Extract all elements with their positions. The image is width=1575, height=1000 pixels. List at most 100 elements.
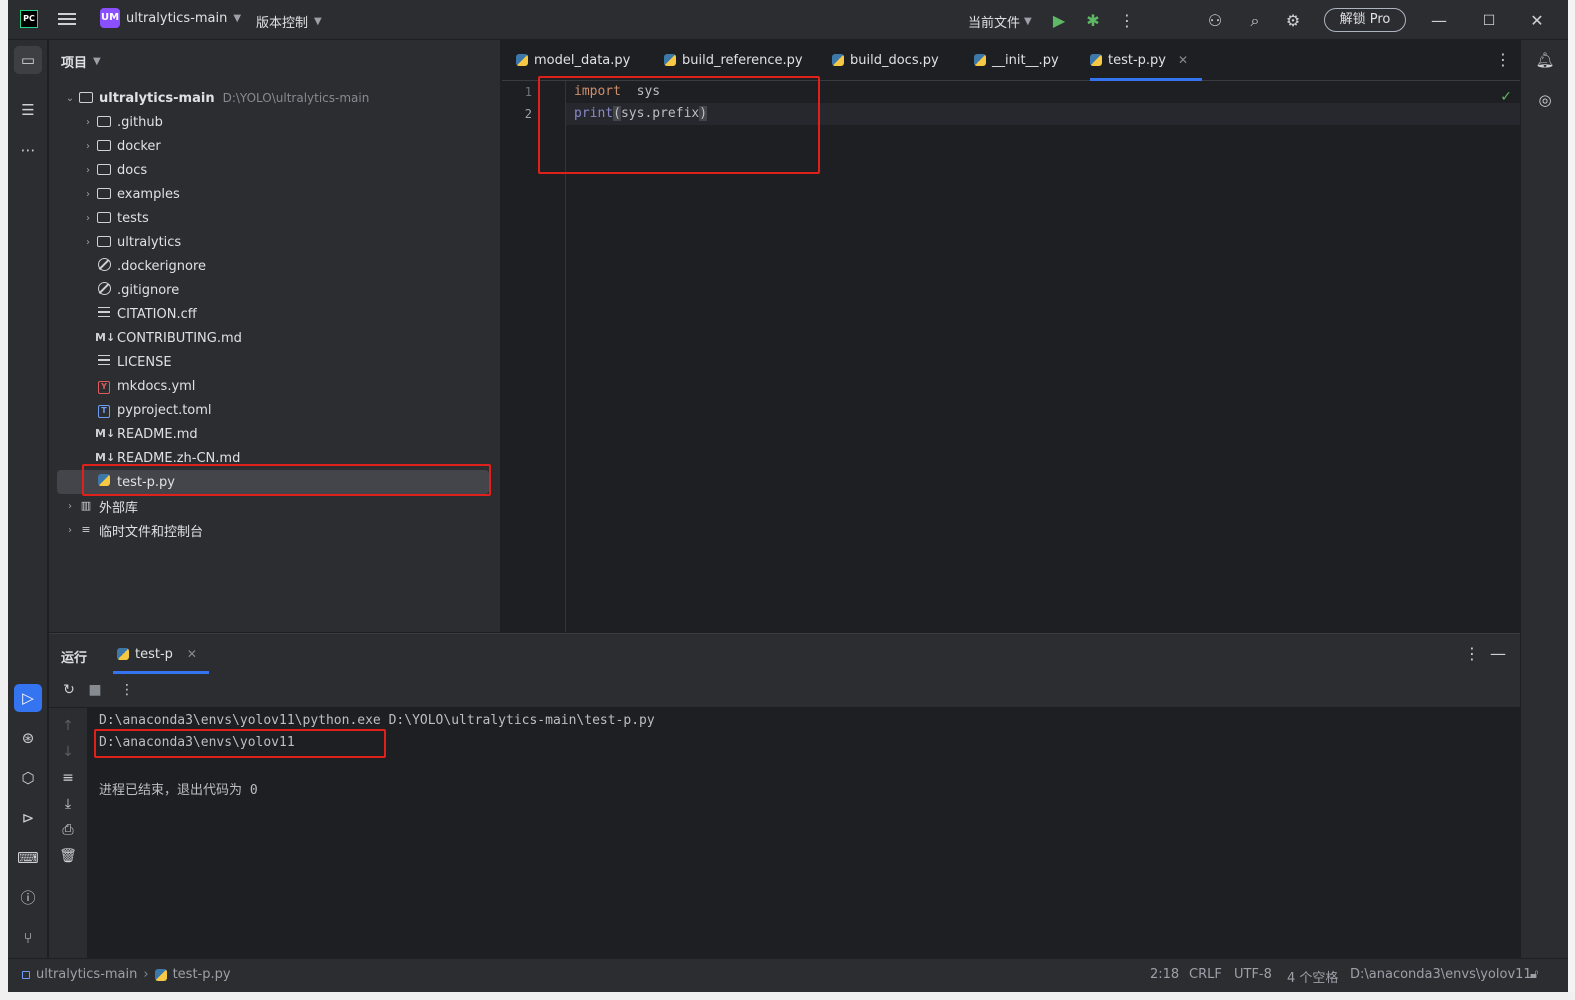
breadcrumb-project[interactable]: ultralytics-main xyxy=(36,967,137,982)
tree-external-libraries[interactable]: › ▥ 外部库 xyxy=(49,494,501,518)
breadcrumb-file[interactable]: test-p.py xyxy=(173,967,231,982)
run-tool-icon[interactable]: ▷ xyxy=(14,684,42,712)
tree-file-item[interactable]: T pyproject.toml xyxy=(49,398,501,422)
library-icon: ▥ xyxy=(80,499,92,512)
folder-icon xyxy=(95,114,113,130)
rerun-icon[interactable]: ↻ xyxy=(59,682,79,698)
tree-scratches[interactable]: › ≡ 临时文件和控制台 xyxy=(49,518,501,542)
desktop-background-right xyxy=(1568,0,1575,1000)
tree-file-item[interactable]: LICENSE xyxy=(49,350,501,374)
chevron-right-icon[interactable]: › xyxy=(81,141,95,152)
chevron-right-icon[interactable]: › xyxy=(81,117,95,128)
close-icon[interactable]: ✕ xyxy=(187,647,197,661)
python-packages-icon[interactable]: ⬡ xyxy=(14,764,42,792)
arrow-down-icon[interactable]: ↓ xyxy=(58,744,78,760)
terminal-icon[interactable]: ⌨ xyxy=(14,844,42,872)
git-icon[interactable]: ⑂ xyxy=(14,924,42,952)
more-actions-icon[interactable]: ⋮ xyxy=(1116,10,1138,32)
tree-folder-item[interactable]: › examples xyxy=(49,182,501,206)
line-ending[interactable]: CRLF xyxy=(1189,967,1222,982)
inspection-ok-check-icon[interactable]: ✓ xyxy=(1500,89,1512,105)
add-user-icon[interactable]: ⚇ xyxy=(1204,10,1226,32)
code-editor[interactable]: 1 2 import sys print(sys.prefix) ✓ xyxy=(502,76,1520,632)
maximize-icon[interactable]: ☐ xyxy=(1478,10,1500,32)
close-icon[interactable]: ✕ xyxy=(1178,53,1188,67)
chevron-right-icon[interactable]: › xyxy=(81,189,95,200)
python-icon xyxy=(664,54,676,66)
print-icon[interactable]: ⎙ xyxy=(58,822,78,838)
python-interpreter[interactable]: D:\anaconda3\envs\yolov11 xyxy=(1350,967,1532,982)
root-path: D:\YOLO\ultralytics-main xyxy=(222,91,370,105)
arrow-up-icon[interactable]: ↑ xyxy=(58,718,78,734)
services-icon[interactable]: ⊳ xyxy=(14,804,42,832)
more-tools-icon[interactable]: ⋯ xyxy=(14,136,42,164)
debug-icon[interactable]: ✱ xyxy=(1082,10,1104,32)
run-icon[interactable]: ▶ xyxy=(1048,10,1070,32)
problems-icon[interactable]: ⓘ xyxy=(14,884,42,912)
tab-label: __init__.py xyxy=(992,52,1059,68)
run-tab-test-p[interactable]: test-p ✕ xyxy=(113,634,209,674)
chevron-right-icon: › xyxy=(143,967,149,982)
caret-position[interactable]: 2:18 xyxy=(1150,967,1179,982)
notifications-bell-icon[interactable]: 🔔︎ xyxy=(1531,46,1559,74)
tree-item-label: 外部库 xyxy=(99,500,139,516)
hide-panel-icon[interactable]: — xyxy=(1487,643,1509,665)
project-panel-header[interactable]: 项目 ▼ xyxy=(61,52,101,71)
project-selector[interactable]: UM ultralytics-main ▼ xyxy=(100,8,241,28)
line-number: 2 xyxy=(524,107,532,121)
file-encoding[interactable]: UTF-8 xyxy=(1234,967,1272,982)
tree-file-item[interactable]: M↓ CONTRIBUTING.md xyxy=(49,326,501,350)
tab-build-reference[interactable]: build_reference.py xyxy=(664,40,803,80)
folder-icon xyxy=(77,90,95,106)
tree-file-item[interactable]: CITATION.cff xyxy=(49,302,501,326)
highlight-box-code xyxy=(538,76,820,174)
tree-root-item[interactable]: ⌄ ultralytics-main D:\YOLO\ultralytics-m… xyxy=(49,86,501,110)
chevron-right-icon[interactable]: › xyxy=(81,165,95,176)
tree-folder-item[interactable]: › ultralytics xyxy=(49,230,501,254)
project-tool-folder-icon[interactable]: ▭ xyxy=(14,46,42,74)
unlock-pro-button[interactable]: 解锁 Pro xyxy=(1324,8,1406,32)
run-tab-label: test-p xyxy=(135,646,173,662)
tree-folder-item[interactable]: › tests xyxy=(49,206,501,230)
minimize-icon[interactable]: — xyxy=(1428,10,1450,32)
chevron-right-icon[interactable]: › xyxy=(81,237,95,248)
stop-icon[interactable]: ■ xyxy=(85,682,105,698)
structure-icon[interactable]: ☰ xyxy=(14,96,42,124)
lock-icon[interactable]: 🔓︎ xyxy=(1530,967,1538,982)
soft-wrap-icon[interactable]: ≡ xyxy=(58,770,78,786)
tab-more-icon[interactable]: ⋮ xyxy=(1492,49,1514,71)
close-icon[interactable]: ✕ xyxy=(1526,10,1548,32)
main-menu-icon[interactable] xyxy=(58,10,76,30)
tree-folder-item[interactable]: › docs xyxy=(49,158,501,182)
vcs-menu[interactable]: 版本控制 ▼ xyxy=(256,12,322,31)
trash-icon[interactable]: 🗑︎ xyxy=(58,848,78,864)
text-file-icon xyxy=(95,354,113,370)
tab-test-p[interactable]: test-p.py ✕ xyxy=(1090,40,1203,81)
chevron-right-icon[interactable]: › xyxy=(63,525,77,536)
tree-folder-item[interactable]: › .github xyxy=(49,110,501,134)
indent-setting[interactable]: 4 个空格 xyxy=(1287,967,1338,986)
tab-init[interactable]: __init__.py xyxy=(974,40,1059,80)
tree-file-item[interactable]: Y mkdocs.yml xyxy=(49,374,501,398)
tree-item-label: mkdocs.yml xyxy=(117,378,196,394)
chevron-right-icon[interactable]: › xyxy=(81,213,95,224)
tab-label: build_reference.py xyxy=(682,52,803,68)
tab-model-data[interactable]: model_data.py xyxy=(516,40,630,80)
gear-icon[interactable]: ⚙ xyxy=(1282,10,1304,32)
tab-build-docs[interactable]: build_docs.py xyxy=(832,40,939,80)
tree-file-item[interactable]: M↓ README.md xyxy=(49,422,501,446)
tree-item-label: CITATION.cff xyxy=(117,306,197,322)
chevron-down-icon[interactable]: ⌄ xyxy=(63,93,77,104)
run-more-icon[interactable]: ⋮ xyxy=(117,682,137,698)
pycharm-logo-icon: PC xyxy=(20,10,38,28)
tree-file-item[interactable]: .dockerignore xyxy=(49,254,501,278)
tree-file-item[interactable]: .gitignore xyxy=(49,278,501,302)
ai-assistant-icon[interactable]: ◎ xyxy=(1531,86,1559,114)
run-panel-more-icon[interactable]: ⋮ xyxy=(1461,643,1483,665)
search-icon[interactable]: ⌕ xyxy=(1244,10,1266,32)
chevron-right-icon[interactable]: › xyxy=(63,501,77,512)
run-config-selector[interactable]: 当前文件 ▼ xyxy=(968,12,1032,31)
scroll-to-end-icon[interactable]: ⤓ xyxy=(58,796,78,812)
python-console-icon[interactable]: ⊛ xyxy=(14,724,42,752)
tree-folder-item[interactable]: › docker xyxy=(49,134,501,158)
